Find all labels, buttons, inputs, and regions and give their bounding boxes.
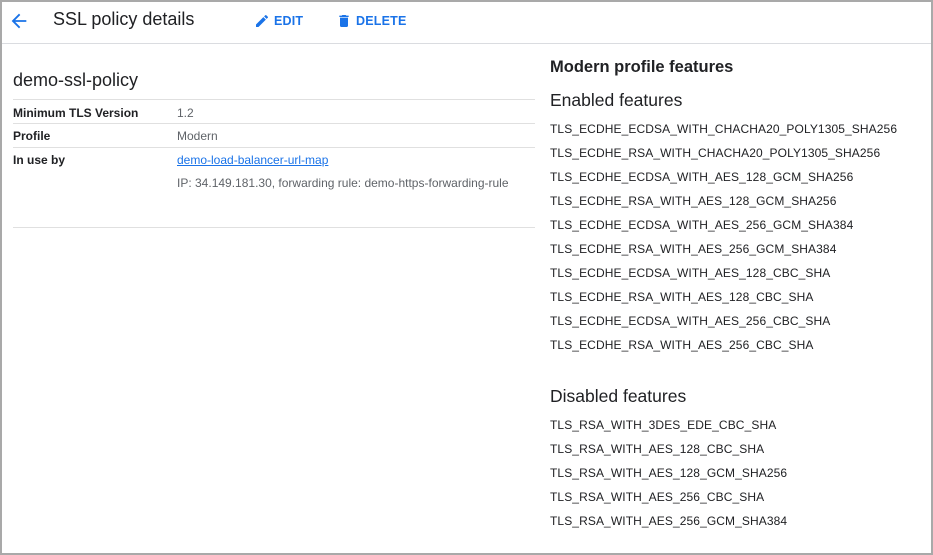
disabled-features-title: Disabled features: [550, 386, 687, 406]
in-use-by-label: In use by: [13, 153, 66, 167]
delete-button[interactable]: DELETE: [336, 12, 407, 30]
enabled-feature-item: TLS_ECDHE_ECDSA_WITH_AES_256_GCM_SHA384: [550, 218, 854, 232]
trash-icon: [339, 15, 349, 27]
edit-label: EDIT: [274, 14, 304, 28]
profile-label: Profile: [13, 129, 51, 143]
enabled-feature-item: TLS_ECDHE_ECDSA_WITH_AES_128_CBC_SHA: [550, 266, 831, 280]
enabled-feature-item: TLS_ECDHE_RSA_WITH_AES_256_CBC_SHA: [550, 338, 814, 352]
disabled-feature-item: TLS_RSA_WITH_3DES_EDE_CBC_SHA: [550, 418, 777, 432]
edit-button[interactable]: EDIT: [254, 12, 303, 30]
page-title: SSL policy details: [53, 9, 195, 29]
policy-name: demo-ssl-policy: [13, 70, 139, 90]
enabled-feature-item: TLS_ECDHE_ECDSA_WITH_AES_256_CBC_SHA: [550, 314, 831, 328]
enabled-feature-item: TLS_ECDHE_ECDSA_WITH_CHACHA20_POLY1305_S…: [550, 122, 898, 136]
url-map-link[interactable]: demo-load-balancer-url-map: [177, 153, 328, 167]
enabled-feature-item: TLS_ECDHE_ECDSA_WITH_AES_128_GCM_SHA256: [550, 170, 854, 184]
back-button[interactable]: [8, 10, 30, 32]
enabled-features-title: Enabled features: [550, 90, 683, 110]
top-bar: SSL policy details EDIT DELETE: [2, 2, 931, 44]
forwarding-rule-info: IP: 34.149.181.30, forwarding rule: demo…: [177, 176, 509, 190]
enabled-feature-item: TLS_ECDHE_RSA_WITH_CHACHA20_POLY1305_SHA…: [550, 146, 881, 160]
profile-value: Modern: [177, 129, 218, 143]
profile-features-title: Modern profile features: [550, 58, 734, 76]
detail-row-min-tls: Minimum TLS Version 1.2: [13, 100, 535, 124]
enabled-feature-item: TLS_ECDHE_RSA_WITH_AES_128_GCM_SHA256: [550, 194, 837, 208]
pencil-icon: [256, 14, 269, 27]
arrow-back-icon: [11, 13, 27, 29]
disabled-feature-item: TLS_RSA_WITH_AES_256_CBC_SHA: [550, 490, 765, 504]
min-tls-label: Minimum TLS Version: [13, 106, 139, 120]
disabled-feature-item: TLS_RSA_WITH_AES_128_GCM_SHA256: [550, 466, 788, 480]
enabled-feature-item: TLS_ECDHE_RSA_WITH_AES_128_CBC_SHA: [550, 290, 814, 304]
delete-label: DELETE: [356, 14, 407, 28]
disabled-feature-item: TLS_RSA_WITH_AES_128_CBC_SHA: [550, 442, 765, 456]
ssl-policy-details-page: SSL policy details EDIT DELETE demo-ssl-…: [0, 0, 933, 555]
detail-row-profile: Profile Modern: [13, 124, 535, 148]
policy-details-table: Minimum TLS Version 1.2 Profile Modern I…: [13, 99, 535, 228]
disabled-feature-item: TLS_RSA_WITH_AES_256_GCM_SHA384: [550, 514, 788, 528]
detail-row-in-use-by: In use by demo-load-balancer-url-map IP:…: [13, 148, 535, 228]
enabled-feature-item: TLS_ECDHE_RSA_WITH_AES_256_GCM_SHA384: [550, 242, 837, 256]
min-tls-value: 1.2: [177, 106, 194, 120]
